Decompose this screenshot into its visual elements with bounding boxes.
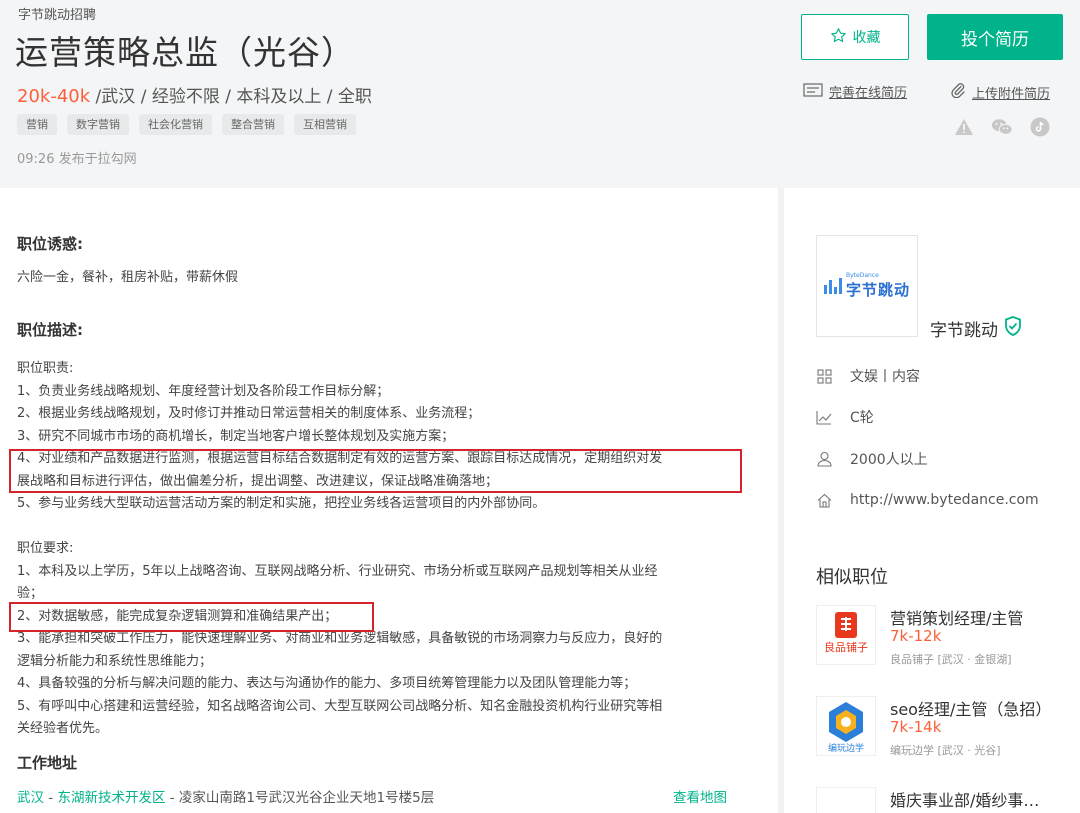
duties-title: 职位职责: [17, 361, 74, 376]
similar-job-item[interactable]: 良品铺子 营销策划经理/主管 7k-12k 良品铺子 [武汉 · 金银湖] [816, 605, 1066, 667]
company-logo: 编玩边学 [816, 696, 876, 756]
duty-line: 2、根据业务线战略规划，及时修订并推动日常运营相关的制度体系、业务流程； [17, 406, 481, 421]
job-tag[interactable]: 社会化营销 [139, 114, 212, 135]
logo-chinese-text: 字节跳动 [845, 281, 910, 299]
similar-job-title: 婚庆事业部/婚纱事… [890, 791, 1040, 810]
chart-icon [816, 409, 832, 425]
similar-job-salary: 7k-12k [890, 627, 942, 645]
company-logo: 良品铺子 [816, 605, 876, 665]
online-resume-label: 完善在线简历 [829, 86, 908, 101]
publish-time: 09:26 发布于拉勾网 [17, 152, 137, 167]
company-size: 2000人以上 [816, 449, 928, 469]
duty-line: 3、研究不同城市市场的商机增长，制定当地客户增长整体规划及实施方案； [17, 428, 455, 444]
job-detail: 职位诱惑: 六险一金，餐补，租房补贴，带薪休假 职位描述: 职位职责: 1、负责… [0, 188, 778, 813]
company-logo[interactable]: ByteDance 字节跳动 [816, 235, 918, 337]
highlight-box [9, 602, 374, 632]
company-name-text: 字节跳动 [930, 321, 998, 341]
company-industry: 文娱丨内容 [816, 366, 920, 386]
company-name[interactable]: 字节跳动 [930, 316, 1022, 341]
logo-english-text: ByteDance [845, 272, 879, 279]
work-address: 武汉 - 东湖新技术开发区 - 凌家山南路1号武汉光谷企业天地1号楼5层 [17, 786, 434, 806]
description-title: 职位描述: [17, 321, 83, 339]
similar-job-company: 编玩边学 [武汉 · 光谷] [890, 744, 1001, 757]
address-city-link[interactable]: 武汉 [17, 790, 44, 806]
company-sidebar: ByteDance 字节跳动 字节跳动 文娱丨内容 C轮 2000人以上 htt… [784, 188, 1080, 813]
requirement-line: 关经验者优先。 [17, 721, 109, 736]
duty-line: 5、参与业务线大型联动运营活动方案的制定和实施，把控业务线各运营项目的内外部协同… [17, 496, 546, 511]
job-title: 运营策略总监（光谷） [15, 33, 355, 72]
company-website[interactable]: http://www.bytedance.com [816, 492, 1039, 508]
address-detail: - 凌家山南路1号武汉光谷企业天地1号楼5层 [165, 790, 435, 806]
similar-jobs-title: 相似职位 [816, 567, 888, 588]
view-map-link[interactable]: 查看地图 [673, 786, 727, 806]
upload-resume-label: 上传附件简历 [972, 86, 1051, 102]
job-tags: 营销 数字营销 社会化营销 整合营销 互相营销 [17, 114, 356, 135]
star-icon [830, 27, 847, 48]
requirement-line: 5、有呼叫中心搭建和运营经验，知名战略咨询公司、大型互联网公司战略分析、知名金融… [17, 698, 663, 714]
resume-icon [803, 82, 823, 101]
apply-button[interactable]: 投个简历 [927, 14, 1063, 60]
douyin-icon[interactable] [1029, 116, 1051, 138]
report-icon[interactable] [953, 116, 975, 138]
job-tag[interactable]: 数字营销 [67, 114, 129, 135]
stage-text: C轮 [850, 410, 874, 426]
verified-shield-icon [1004, 316, 1022, 341]
paperclip-icon [950, 82, 966, 102]
job-requirements: 20k-40k /武汉 / 经验不限 / 本科及以上 / 全职 [17, 82, 372, 107]
home-icon [816, 492, 832, 508]
salary: 20k-40k [17, 86, 91, 107]
website-text: http://www.bytedance.com [850, 492, 1039, 508]
upload-resume-link[interactable]: 上传附件简历 [950, 82, 1050, 102]
share-icons [953, 116, 1051, 138]
requirements-title: 职位要求: [17, 541, 74, 556]
similar-job-company: 良品铺子 [武汉 · 金银湖] [890, 653, 1012, 666]
company-link[interactable]: 字节跳动招聘 [18, 4, 96, 23]
requirements-text: /武汉 / 经验不限 / 本科及以上 / 全职 [90, 87, 372, 107]
address-district-link[interactable]: 东湖新技术开发区 [57, 790, 165, 806]
perks-title: 职位诱惑: [17, 235, 83, 253]
address-title: 工作地址 [17, 754, 78, 772]
logo-text: 编玩边学 [828, 742, 864, 753]
address-separator: - [44, 790, 58, 806]
job-tag[interactable]: 互相营销 [294, 114, 356, 135]
wechat-icon[interactable] [991, 116, 1013, 138]
company-logo [816, 787, 876, 813]
bytedance-logo-icon [823, 278, 842, 294]
job-header: 字节跳动招聘 运营策略总监（光谷） 20k-40k /武汉 / 经验不限 / 本… [0, 0, 1080, 188]
size-text: 2000人以上 [850, 452, 928, 468]
similar-job-item[interactable]: 婚庆事业部/婚纱事… [816, 787, 1066, 813]
similar-job-title: 营销策划经理/主管 [890, 609, 1024, 628]
logo-text: 良品铺子 [824, 640, 868, 654]
grid-icon [816, 368, 832, 384]
similar-job-title: seo经理/主管（急招） [890, 700, 1052, 719]
perks-text: 六险一金，餐补，租房补贴，带薪休假 [17, 270, 239, 285]
duty-line: 1、负责业务线战略规划、年度经营计划及各阶段工作目标分解； [17, 383, 390, 399]
job-tag[interactable]: 整合营销 [222, 114, 284, 135]
job-tag[interactable]: 营销 [17, 114, 57, 135]
requirement-line: 1、本科及以上学历，5年以上战略咨询、互联网战略分析、行业研究、市场分析或互联网… [17, 563, 658, 579]
similar-job-item[interactable]: 编玩边学 seo经理/主管（急招） 7k-14k 编玩边学 [武汉 · 光谷] [816, 696, 1066, 758]
online-resume-link[interactable]: 完善在线简历 [803, 82, 907, 101]
person-icon [816, 451, 832, 467]
highlight-box [9, 449, 742, 493]
industry-text: 文娱丨内容 [850, 369, 920, 385]
requirement-line: 逻辑分析能力和系统性思维能力； [17, 653, 213, 669]
similar-job-salary: 7k-14k [890, 718, 942, 736]
requirement-line: 4、具备较强的分析与解决问题的能力、表达与沟通协作的能力、多项目统筹管理能力以及… [17, 676, 637, 691]
company-stage: C轮 [816, 407, 874, 427]
favorite-button[interactable]: 收藏 [801, 14, 909, 60]
favorite-label: 收藏 [852, 30, 881, 46]
